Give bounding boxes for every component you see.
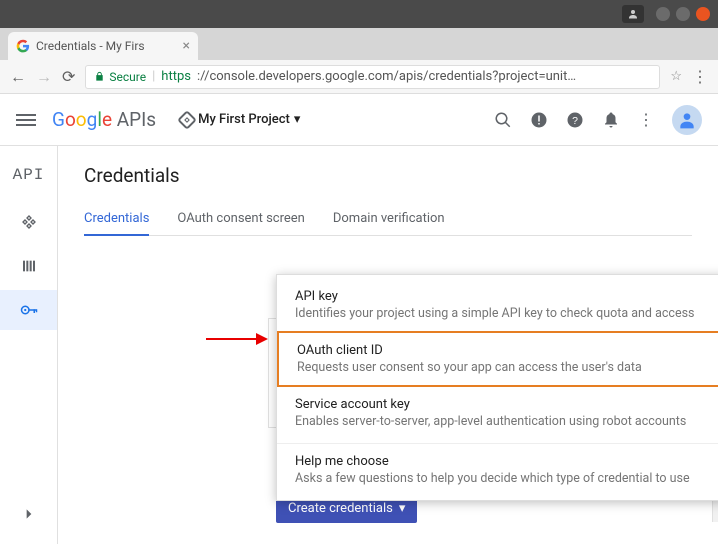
forward-button: →	[36, 67, 52, 87]
google-apis-logo[interactable]: Google APIs	[52, 108, 156, 131]
create-credentials-label: Create credentials	[288, 501, 393, 516]
tab-strip: Credentials - My Firs ×	[0, 28, 718, 60]
alert-icon[interactable]	[530, 111, 548, 129]
browser-menu-icon[interactable]: ⋮	[692, 67, 708, 86]
bell-icon[interactable]	[602, 111, 620, 129]
project-name: My First Project	[198, 112, 290, 127]
tab-oauth-consent[interactable]: OAuth consent screen	[177, 203, 304, 235]
menu-item-title: OAuth client ID	[297, 343, 705, 358]
menu-item-desc: Asks a few questions to help you decide …	[295, 471, 707, 486]
sidebar-expand-button[interactable]	[0, 494, 57, 534]
address-bar: ← → ⟳ Secure | https://console.developer…	[0, 60, 718, 94]
browser-tab[interactable]: Credentials - My Firs ×	[8, 32, 198, 60]
sidebar-title: API	[13, 158, 45, 198]
tab-title: Credentials - My Firs	[36, 39, 145, 53]
project-selector[interactable]: My First Project ▾	[180, 112, 300, 127]
menu-item-oauth-client-id[interactable]: OAuth client ID Requests user consent so…	[277, 331, 718, 387]
google-favicon	[16, 39, 30, 53]
menu-item-service-account-key[interactable]: Service account key Enables server-to-se…	[277, 387, 718, 439]
window-titlebar	[0, 0, 718, 28]
sidebar-item-dashboard[interactable]	[0, 202, 57, 242]
more-icon[interactable]: ⋮	[638, 110, 654, 129]
lock-icon	[94, 71, 105, 82]
menu-item-title: Help me choose	[295, 454, 707, 469]
menu-button[interactable]	[16, 114, 36, 126]
main-panel: Credentials Credentials OAuth consent sc…	[58, 146, 718, 544]
dropdown-caret-icon: ▾	[294, 112, 301, 127]
search-icon[interactable]	[494, 111, 512, 129]
svg-text:?: ?	[572, 114, 578, 126]
account-avatar[interactable]	[672, 105, 702, 135]
reload-button[interactable]: ⟳	[62, 67, 75, 86]
secure-label: Secure	[109, 70, 146, 84]
close-window-button[interactable]	[696, 7, 710, 21]
tab-domain-verification[interactable]: Domain verification	[333, 203, 445, 235]
menu-item-desc: Enables server-to-server, app-level auth…	[295, 414, 707, 429]
menu-item-desc: Requests user consent so your app can ac…	[297, 360, 705, 375]
tab-credentials[interactable]: Credentials	[84, 203, 149, 236]
sidebar-item-credentials[interactable]	[0, 290, 57, 330]
user-profile-button[interactable]	[622, 5, 644, 23]
chevron-right-icon	[22, 507, 36, 521]
minimize-button[interactable]	[656, 7, 670, 21]
sidebar: API	[0, 146, 58, 544]
bookmark-star-icon[interactable]: ☆	[670, 69, 682, 84]
menu-item-help-me-choose[interactable]: Help me choose Asks a few questions to h…	[277, 443, 718, 496]
help-icon[interactable]: ?	[566, 111, 584, 129]
diamond-grid-icon	[21, 214, 37, 230]
subtabs: Credentials OAuth consent screen Domain …	[84, 203, 692, 236]
menu-item-api-key[interactable]: API key Identifies your project using a …	[277, 279, 718, 331]
create-credentials-menu: API key Identifies your project using a …	[276, 274, 718, 501]
secure-indicator: Secure	[94, 70, 146, 84]
menu-item-title: API key	[295, 289, 707, 304]
app-header: Google APIs My First Project ▾ ? ⋮	[0, 94, 718, 146]
close-tab-icon[interactable]: ×	[183, 38, 190, 54]
menu-item-title: Service account key	[295, 397, 707, 412]
dropdown-caret-icon: ▾	[399, 501, 406, 516]
page-title: Credentials	[84, 164, 692, 187]
maximize-button[interactable]	[676, 7, 690, 21]
url-input[interactable]: Secure | https://console.developers.goog…	[85, 65, 660, 89]
url-path: ://console.developers.google.com/apis/cr…	[197, 69, 576, 84]
back-button[interactable]: ←	[10, 67, 26, 87]
url-scheme: https	[161, 69, 191, 84]
sidebar-item-library[interactable]	[0, 246, 57, 286]
annotation-arrow	[206, 338, 266, 340]
library-icon	[21, 258, 37, 274]
content-area: API Credentials Credentials OAuth consen…	[0, 146, 718, 544]
menu-item-desc: Identifies your project using a simple A…	[295, 306, 707, 321]
project-icon	[177, 110, 197, 130]
key-icon	[20, 301, 38, 319]
